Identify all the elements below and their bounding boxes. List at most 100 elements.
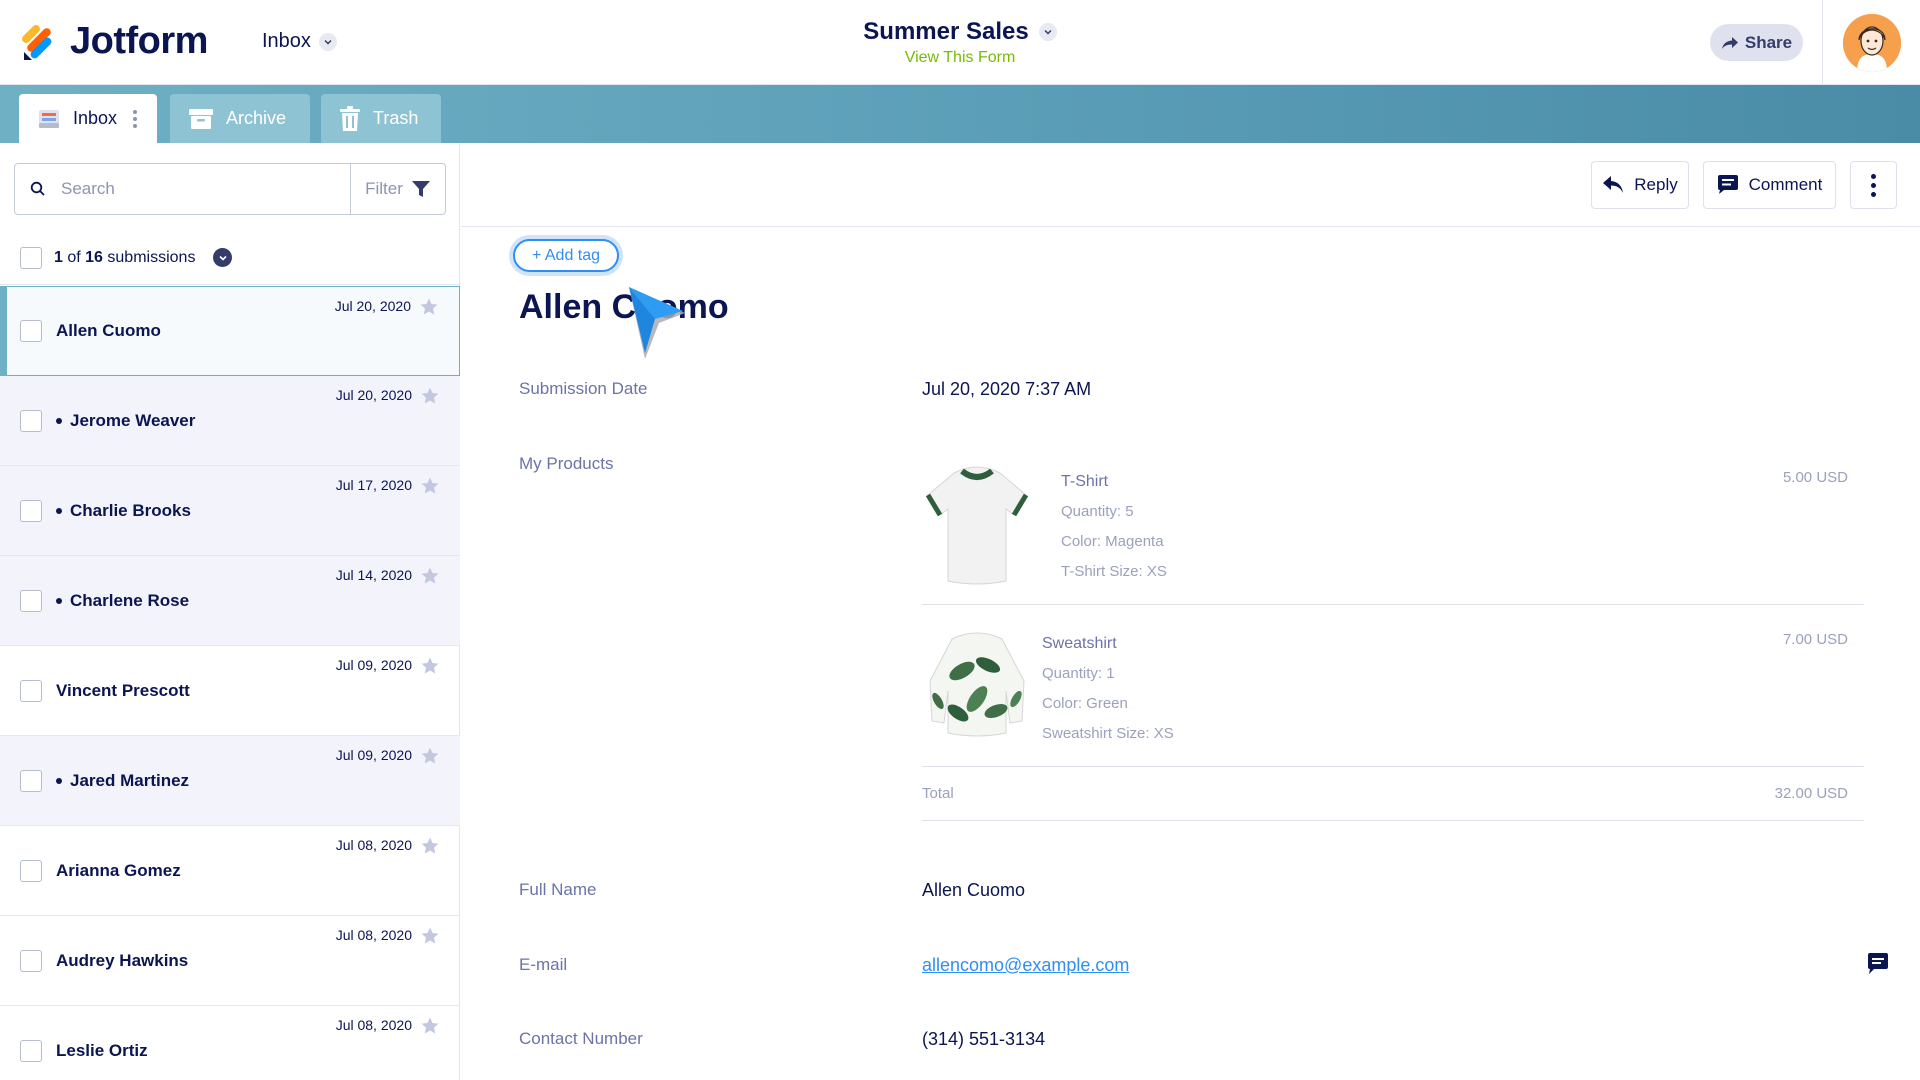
share-button-label: Share [1744,32,1793,52]
product-info: T-Shirt Quantity: 5 Color: Magenta T-Shi… [1061,467,1167,587]
avatar [1842,13,1901,72]
star-icon[interactable] [420,566,440,586]
chat-icon[interactable] [1866,952,1890,976]
products-total-row: Total 32.00 USD [922,767,1864,821]
comment-button[interactable]: Comment [1703,161,1836,209]
filter-funnel-icon [411,181,430,197]
comment-icon [1717,175,1738,194]
submitter-name: Jerome Weaver [70,410,196,430]
submitter-name: Vincent Prescott [56,680,190,700]
select-all-checkbox[interactable] [20,246,42,269]
product-quantity: Quantity: 1 [1042,665,1115,682]
list-item[interactable]: Audrey Hawkins Jul 08, 2020 [0,916,460,1006]
form-title: Summer Sales [863,18,1029,45]
search-input[interactable] [61,164,350,214]
sweatshirt-image [922,621,1032,751]
tab-inbox[interactable]: Inbox [19,94,157,143]
more-options-button[interactable] [1850,161,1897,209]
product-size: T-Shirt Size: XS [1061,563,1167,580]
chevron-down-icon[interactable] [213,248,233,267]
filter-button[interactable]: Filter [350,164,445,214]
share-arrow-icon [1721,36,1738,49]
list-item[interactable]: Leslie Ortiz Jul 08, 2020 [0,1006,460,1080]
row-checkbox[interactable] [20,409,42,432]
submission-date: Jul 09, 2020 [335,657,412,673]
star-icon[interactable] [420,836,440,856]
list-item[interactable]: Allen Cuomo Jul 20, 2020 [0,286,460,376]
submission-date: Jul 08, 2020 [335,927,412,943]
product-size: Sweatshirt Size: XS [1042,725,1174,742]
list-item[interactable]: Jared Martinez Jul 09, 2020 [0,736,460,826]
tab-trash[interactable]: Trash [321,94,441,143]
count-of-text: of [67,248,81,266]
unread-dot [56,507,62,514]
reply-button[interactable]: Reply [1591,161,1689,209]
row-checkbox[interactable] [20,679,42,702]
tab-trash-label: Trash [373,108,419,128]
row-checkbox[interactable] [20,320,42,342]
view-form-link[interactable]: View This Form [0,49,1920,67]
mouse-cursor-icon [629,287,685,359]
submission-count-header: 1 of 16 submissions [0,231,460,285]
row-checkbox[interactable] [20,1039,42,1062]
tab-archive-label: Archive [226,108,287,128]
share-button[interactable]: Share [1710,24,1803,61]
submitter-name: Charlene Rose [70,590,190,610]
list-item[interactable]: Charlene Rose Jul 14, 2020 [0,556,460,646]
row-checkbox[interactable] [20,589,42,612]
row-checkbox[interactable] [20,949,42,972]
list-item[interactable]: Charlie Brooks Jul 17, 2020 [0,466,460,556]
submission-list: Allen Cuomo Jul 20, 2020 Jerome Weaver J… [0,286,460,1080]
product-price: 5.00 USD [1782,469,1848,486]
search-bar: Filter [14,163,446,215]
add-tag-button[interactable]: + Add tag [513,239,619,272]
products-list: T-Shirt Quantity: 5 Color: Magenta T-Shi… [922,443,1864,821]
chevron-down-icon [1038,23,1057,41]
row-checkbox[interactable] [20,859,42,882]
submission-date: Jul 14, 2020 [335,567,412,583]
star-icon[interactable] [420,476,440,496]
comment-button-label: Comment [1748,175,1823,194]
tab-archive[interactable]: Archive [170,94,310,143]
form-title-dropdown[interactable]: Summer Sales [863,18,1057,46]
list-item[interactable]: Vincent Prescott Jul 09, 2020 [0,646,460,736]
unread-dot [56,417,62,424]
list-item[interactable]: Jerome Weaver Jul 20, 2020 [0,376,460,466]
submission-date-label: Submission Date [519,379,648,398]
email-link[interactable]: allencomo@example.com [922,955,1129,976]
submitter-name: Arianna Gomez [56,860,181,880]
star-icon[interactable] [419,297,439,317]
product-quantity: Quantity: 5 [1061,503,1134,520]
submitter-name: Leslie Ortiz [56,1040,148,1060]
star-icon[interactable] [420,1016,440,1036]
top-header: Jotform Inbox Summer Sales View This For… [0,0,1920,85]
current-index: 1 [54,248,63,266]
row-checkbox[interactable] [20,769,42,792]
row-checkbox[interactable] [20,499,42,522]
detail-toolbar: Reply Comment [461,143,1920,227]
email-label: E-mail [519,955,568,974]
total-label: Total [922,785,954,802]
user-menu[interactable] [1822,0,1920,85]
folder-tab-bar: Inbox Archive Trash [0,85,1920,143]
form-title-area: Summer Sales View This Form [0,18,1920,67]
submission-date: Jul 20, 2020 [335,387,412,403]
submission-date: Jul 20, 2020 [334,298,411,314]
submission-date-value: Jul 20, 2020 7:37 AM [922,379,1092,399]
star-icon[interactable] [420,746,440,766]
products-label: My Products [519,454,614,473]
count-suffix: submissions [107,248,196,266]
submitter-name: Charlie Brooks [70,500,191,520]
list-item[interactable]: Arianna Gomez Jul 08, 2020 [0,826,460,916]
submitter-name: Audrey Hawkins [56,950,189,970]
tab-options-icon[interactable] [133,109,138,128]
submission-count: 1 of 16 submissions [54,249,195,267]
product-color: Color: Green [1042,695,1128,712]
reply-arrow-icon [1603,176,1624,193]
inbox-icon [39,109,59,128]
star-icon[interactable] [420,386,440,406]
submission-date: Jul 17, 2020 [335,477,412,493]
star-icon[interactable] [420,656,440,676]
unread-dot [56,597,62,604]
star-icon[interactable] [420,926,440,946]
